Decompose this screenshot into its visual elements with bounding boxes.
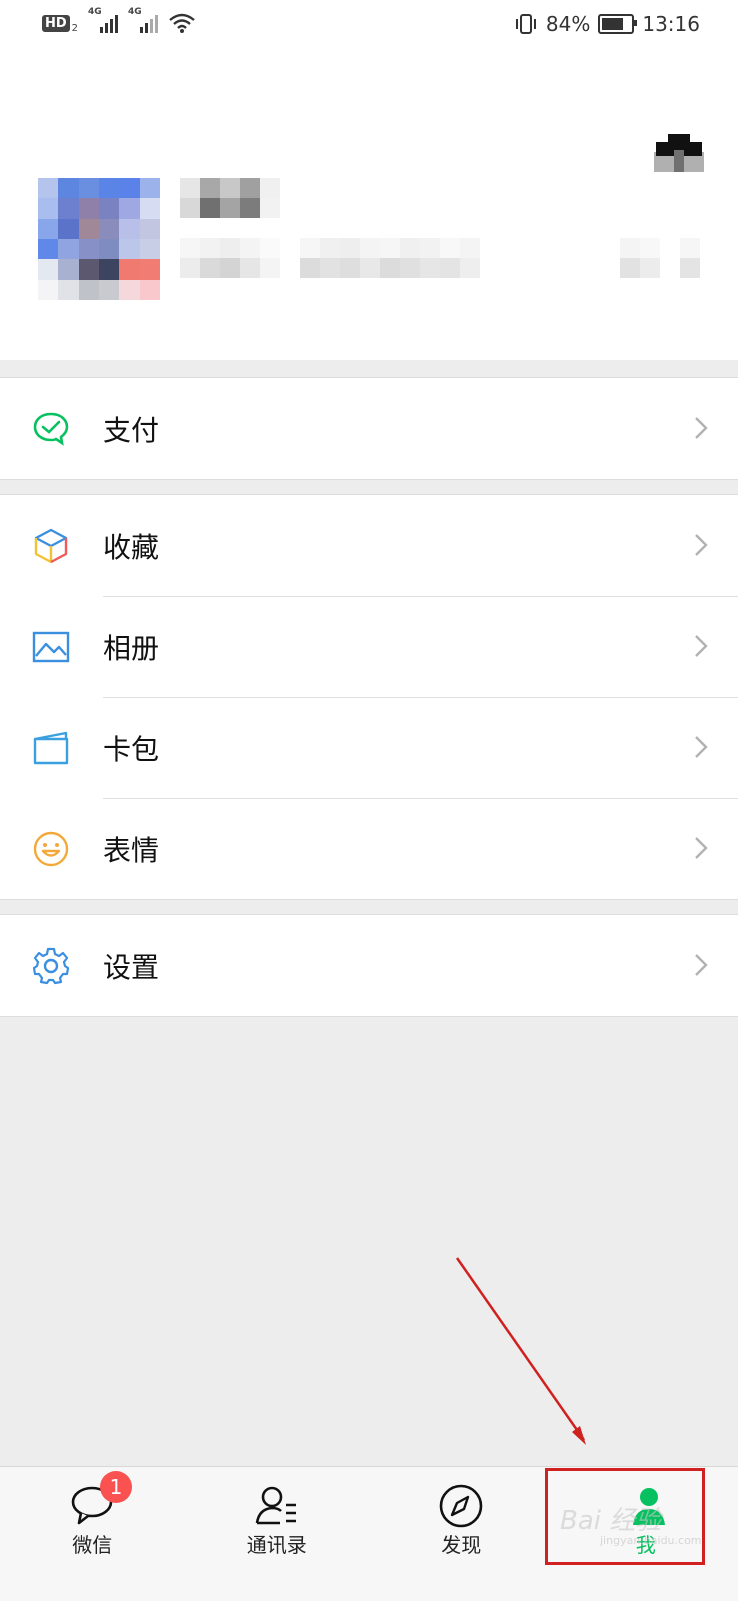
group-collections: 收藏 相册 卡包 表情	[0, 494, 738, 900]
menu-item-pay[interactable]: 支付	[0, 378, 738, 479]
avatar[interactable]	[38, 178, 160, 300]
menu-item-cards[interactable]: 卡包	[0, 697, 738, 798]
compass-icon	[438, 1483, 484, 1529]
tab-label-discover: 发现	[369, 1529, 554, 1558]
hd-indicator: HD	[42, 15, 70, 32]
favorites-icon	[32, 527, 70, 565]
tab-chats[interactable]: 1 微信	[0, 1467, 185, 1601]
tab-label-contacts: 通讯录	[185, 1529, 370, 1558]
battery-percent: 84%	[546, 12, 590, 36]
pay-icon	[32, 410, 70, 448]
group-settings: 设置	[0, 914, 738, 1017]
hd-sub: 2	[72, 23, 78, 34]
chevron-right-icon	[694, 953, 708, 977]
wifi-icon	[168, 12, 196, 34]
qr-code-blurred[interactable]	[620, 238, 700, 258]
camera-icon[interactable]	[654, 132, 704, 172]
signal-icon: 4G	[88, 13, 118, 33]
clock: 13:16	[642, 12, 700, 36]
menu-item-settings[interactable]: 设置	[0, 915, 738, 1016]
gear-icon	[32, 947, 70, 985]
unread-badge: 1	[100, 1471, 132, 1503]
chevron-right-icon	[694, 634, 708, 658]
smiley-icon	[32, 830, 70, 868]
tab-discover[interactable]: 发现	[369, 1467, 554, 1601]
annotation-highlight-box	[545, 1468, 705, 1565]
album-icon	[32, 628, 70, 666]
contacts-icon	[254, 1483, 300, 1529]
chevron-right-icon	[694, 836, 708, 860]
menu-label-favorites: 收藏	[103, 526, 159, 566]
chevron-right-icon	[694, 416, 708, 440]
menu-label-stickers: 表情	[103, 829, 159, 869]
chevron-right-icon	[694, 735, 708, 759]
menu-item-favorites[interactable]: 收藏	[0, 495, 738, 596]
vibrate-icon	[514, 13, 538, 35]
menu-label-cards: 卡包	[103, 728, 159, 768]
menu-label-pay: 支付	[103, 409, 159, 449]
nickname-blurred	[180, 178, 280, 198]
battery-icon	[598, 14, 634, 34]
menu-item-stickers[interactable]: 表情	[0, 798, 738, 899]
menu-label-settings: 设置	[103, 946, 159, 986]
card-wallet-icon	[32, 729, 70, 767]
wechat-id-blurred	[180, 238, 480, 258]
signal-icon-2: 4G	[128, 13, 158, 33]
menu-item-album[interactable]: 相册	[0, 596, 738, 697]
tab-label-chats: 微信	[0, 1529, 185, 1558]
group-pay: 支付	[0, 377, 738, 480]
status-bar: HD 2 4G 4G 84% 13:16	[0, 0, 738, 52]
chevron-right-icon	[694, 533, 708, 557]
tab-contacts[interactable]: 通讯录	[185, 1467, 370, 1601]
menu-label-album: 相册	[103, 627, 159, 667]
